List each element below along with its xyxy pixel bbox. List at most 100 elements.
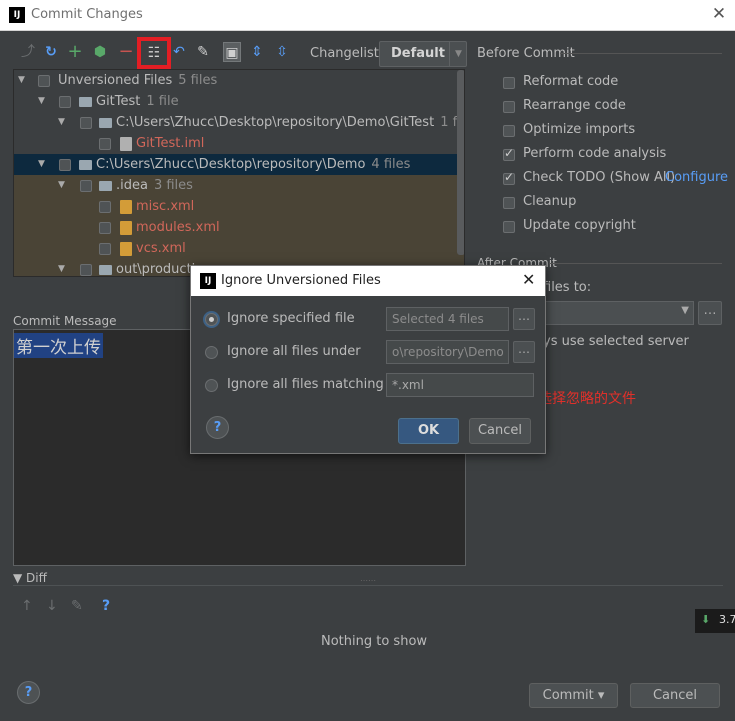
row-checkbox[interactable]	[99, 201, 111, 213]
upload-files-label: files to:	[543, 280, 592, 295]
tree-row-modules-xml[interactable]: modules.xml	[14, 217, 464, 238]
section-divider	[549, 263, 722, 264]
tree-row-idea[interactable]: ▼ .idea 3 files	[14, 175, 464, 196]
option-checkbox[interactable]	[503, 221, 515, 233]
upload-server-select[interactable]	[538, 301, 694, 325]
tree-row-unversioned[interactable]: ▼ Unversioned Files 5 files	[14, 70, 464, 91]
always-use-server-label: ys use selected server	[543, 334, 689, 349]
prev-diff-icon[interactable]: ↑	[21, 598, 33, 614]
configure-link[interactable]: Configure	[665, 170, 728, 185]
row-checkbox[interactable]	[99, 222, 111, 234]
tree-row-label: GitTest.iml	[136, 136, 205, 151]
undo-icon[interactable]: ↶	[170, 42, 188, 62]
collapse-arrow-icon[interactable]: ▼	[58, 112, 68, 133]
ignore-unversioned-icon[interactable]: ☷	[137, 37, 171, 69]
intellij-app-icon: IJ	[9, 7, 25, 23]
cancel-button[interactable]: Cancel	[630, 683, 720, 708]
collapse-arrow-icon[interactable]: ▼	[18, 70, 28, 91]
window-close-icon[interactable]: ✕	[711, 5, 727, 23]
upload-server-browse-button[interactable]: …	[698, 301, 722, 325]
diff-help-icon[interactable]: ?	[102, 598, 110, 614]
collapse-arrow-icon[interactable]: ▼	[58, 175, 68, 196]
option-label: Cleanup	[523, 194, 577, 209]
tree-row-gittest-iml[interactable]: GitTest.iml	[14, 133, 464, 154]
option-label: Optimize imports	[523, 122, 636, 137]
collapse-all-icon[interactable]: ⇳	[273, 42, 291, 62]
row-checkbox[interactable]	[99, 243, 111, 255]
row-checkbox[interactable]	[38, 75, 50, 87]
row-checkbox[interactable]	[80, 180, 92, 192]
row-checkbox[interactable]	[80, 264, 92, 276]
changes-tree: ▼ Unversioned Files 5 files ▼ GitTest 1 fi…	[13, 69, 465, 277]
option-checkbox-checked[interactable]	[503, 170, 515, 185]
row-checkbox[interactable]	[99, 138, 111, 150]
option-checkbox[interactable]	[503, 101, 515, 113]
xml-file-icon	[120, 242, 132, 256]
ignore-under-field[interactable]: o\repository\Demo	[386, 340, 509, 364]
add-icon[interactable]: +	[66, 42, 84, 62]
move-to-changelist-icon[interactable]: ⬢	[91, 42, 109, 62]
section-divider	[13, 585, 723, 586]
iml-file-icon	[120, 137, 132, 151]
row-checkbox[interactable]	[59, 96, 71, 108]
edit-diff-icon[interactable]: ✎	[71, 598, 83, 614]
ok-button[interactable]: OK	[398, 418, 459, 444]
ignore-under-radio[interactable]	[205, 346, 218, 359]
collapse-arrow-icon[interactable]: ▼	[38, 154, 48, 175]
changelist-label: Changelist:	[310, 46, 384, 61]
tree-row-label: .idea 3 files	[116, 178, 193, 193]
ignore-matching-radio[interactable]	[205, 379, 218, 392]
option-optimize-imports[interactable]: Optimize imports	[503, 121, 733, 141]
tree-row-gittest-path[interactable]: ▼ C:\Users\Zhucc\Desktop\repository\Demo…	[14, 112, 464, 133]
tree-row-demo-path[interactable]: ▼ C:\Users\Zhucc\Desktop\repository\Demo…	[14, 154, 464, 175]
option-checkbox[interactable]	[503, 77, 515, 89]
refresh-icon[interactable]: ↻	[42, 42, 60, 62]
tree-row-gittest[interactable]: ▼ GitTest 1 file	[14, 91, 464, 112]
collapse-arrow-icon[interactable]: ▼	[38, 91, 48, 112]
tree-row-vcs-xml[interactable]: vcs.xml	[14, 238, 464, 259]
option-update-copyright[interactable]: Update copyright	[503, 217, 733, 237]
dialog-close-icon[interactable]: ✕	[522, 270, 535, 289]
row-checkbox[interactable]	[59, 159, 71, 171]
ignore-matching-input[interactable]: *.xml	[386, 373, 534, 397]
commit-button[interactable]: Commit ▾	[529, 683, 618, 708]
dialog-help-button[interactable]: ?	[206, 416, 229, 439]
folder-icon	[99, 118, 112, 128]
option-checkbox[interactable]	[503, 125, 515, 137]
intellij-app-icon: IJ	[200, 273, 216, 289]
expand-all-icon[interactable]: ⇕	[248, 42, 266, 62]
ignore-under-browse-button[interactable]: …	[513, 341, 535, 363]
row-checkbox[interactable]	[80, 117, 92, 129]
option-label: Update copyright	[523, 218, 636, 233]
ignore-file-radio[interactable]	[205, 313, 218, 326]
ignore-file-label: Ignore specified file	[227, 311, 355, 326]
show-diff-icon[interactable]: ⤴	[19, 42, 37, 62]
tree-row-label: vcs.xml	[136, 241, 186, 256]
help-button[interactable]: ?	[17, 681, 40, 704]
remove-icon[interactable]: −	[117, 42, 135, 62]
changelist-select[interactable]: Default ▼	[379, 41, 467, 67]
option-check-todo[interactable]: Check TODO (Show All) Configure	[503, 169, 733, 189]
ignore-under-label: Ignore all files under	[227, 344, 361, 359]
diff-section-toggle[interactable]: ▼ Diff	[13, 571, 47, 585]
tree-row-label: Unversioned Files 5 files	[58, 73, 218, 88]
status-value: 3.7	[719, 613, 735, 626]
option-reformat-code[interactable]: Reformat code	[503, 73, 733, 93]
tree-row-misc-xml[interactable]: misc.xml	[14, 196, 464, 217]
option-rearrange-code[interactable]: Rearrange code	[503, 97, 733, 117]
group-by-directory-icon[interactable]: ▣	[223, 42, 241, 62]
next-diff-icon[interactable]: ↓	[46, 598, 58, 614]
option-checkbox[interactable]	[503, 197, 515, 209]
option-checkbox-checked[interactable]	[503, 146, 515, 161]
ignore-unversioned-dialog: IJ Ignore Unversioned Files ✕ Ignore spe…	[190, 265, 546, 454]
dialog-cancel-button[interactable]: Cancel	[469, 418, 531, 444]
ignore-file-field[interactable]: Selected 4 files	[386, 307, 509, 331]
option-perform-code-analysis[interactable]: Perform code analysis	[503, 145, 733, 165]
ignore-file-browse-button[interactable]: …	[513, 308, 535, 330]
collapse-arrow-icon[interactable]: ▼	[58, 259, 68, 276]
xml-file-icon	[120, 200, 132, 214]
tree-scrollbar[interactable]	[457, 70, 464, 255]
edit-source-icon[interactable]: ✎	[194, 42, 212, 62]
splitter-grip-icon[interactable]: ⋯⋯	[360, 576, 376, 585]
option-cleanup[interactable]: Cleanup	[503, 193, 733, 213]
